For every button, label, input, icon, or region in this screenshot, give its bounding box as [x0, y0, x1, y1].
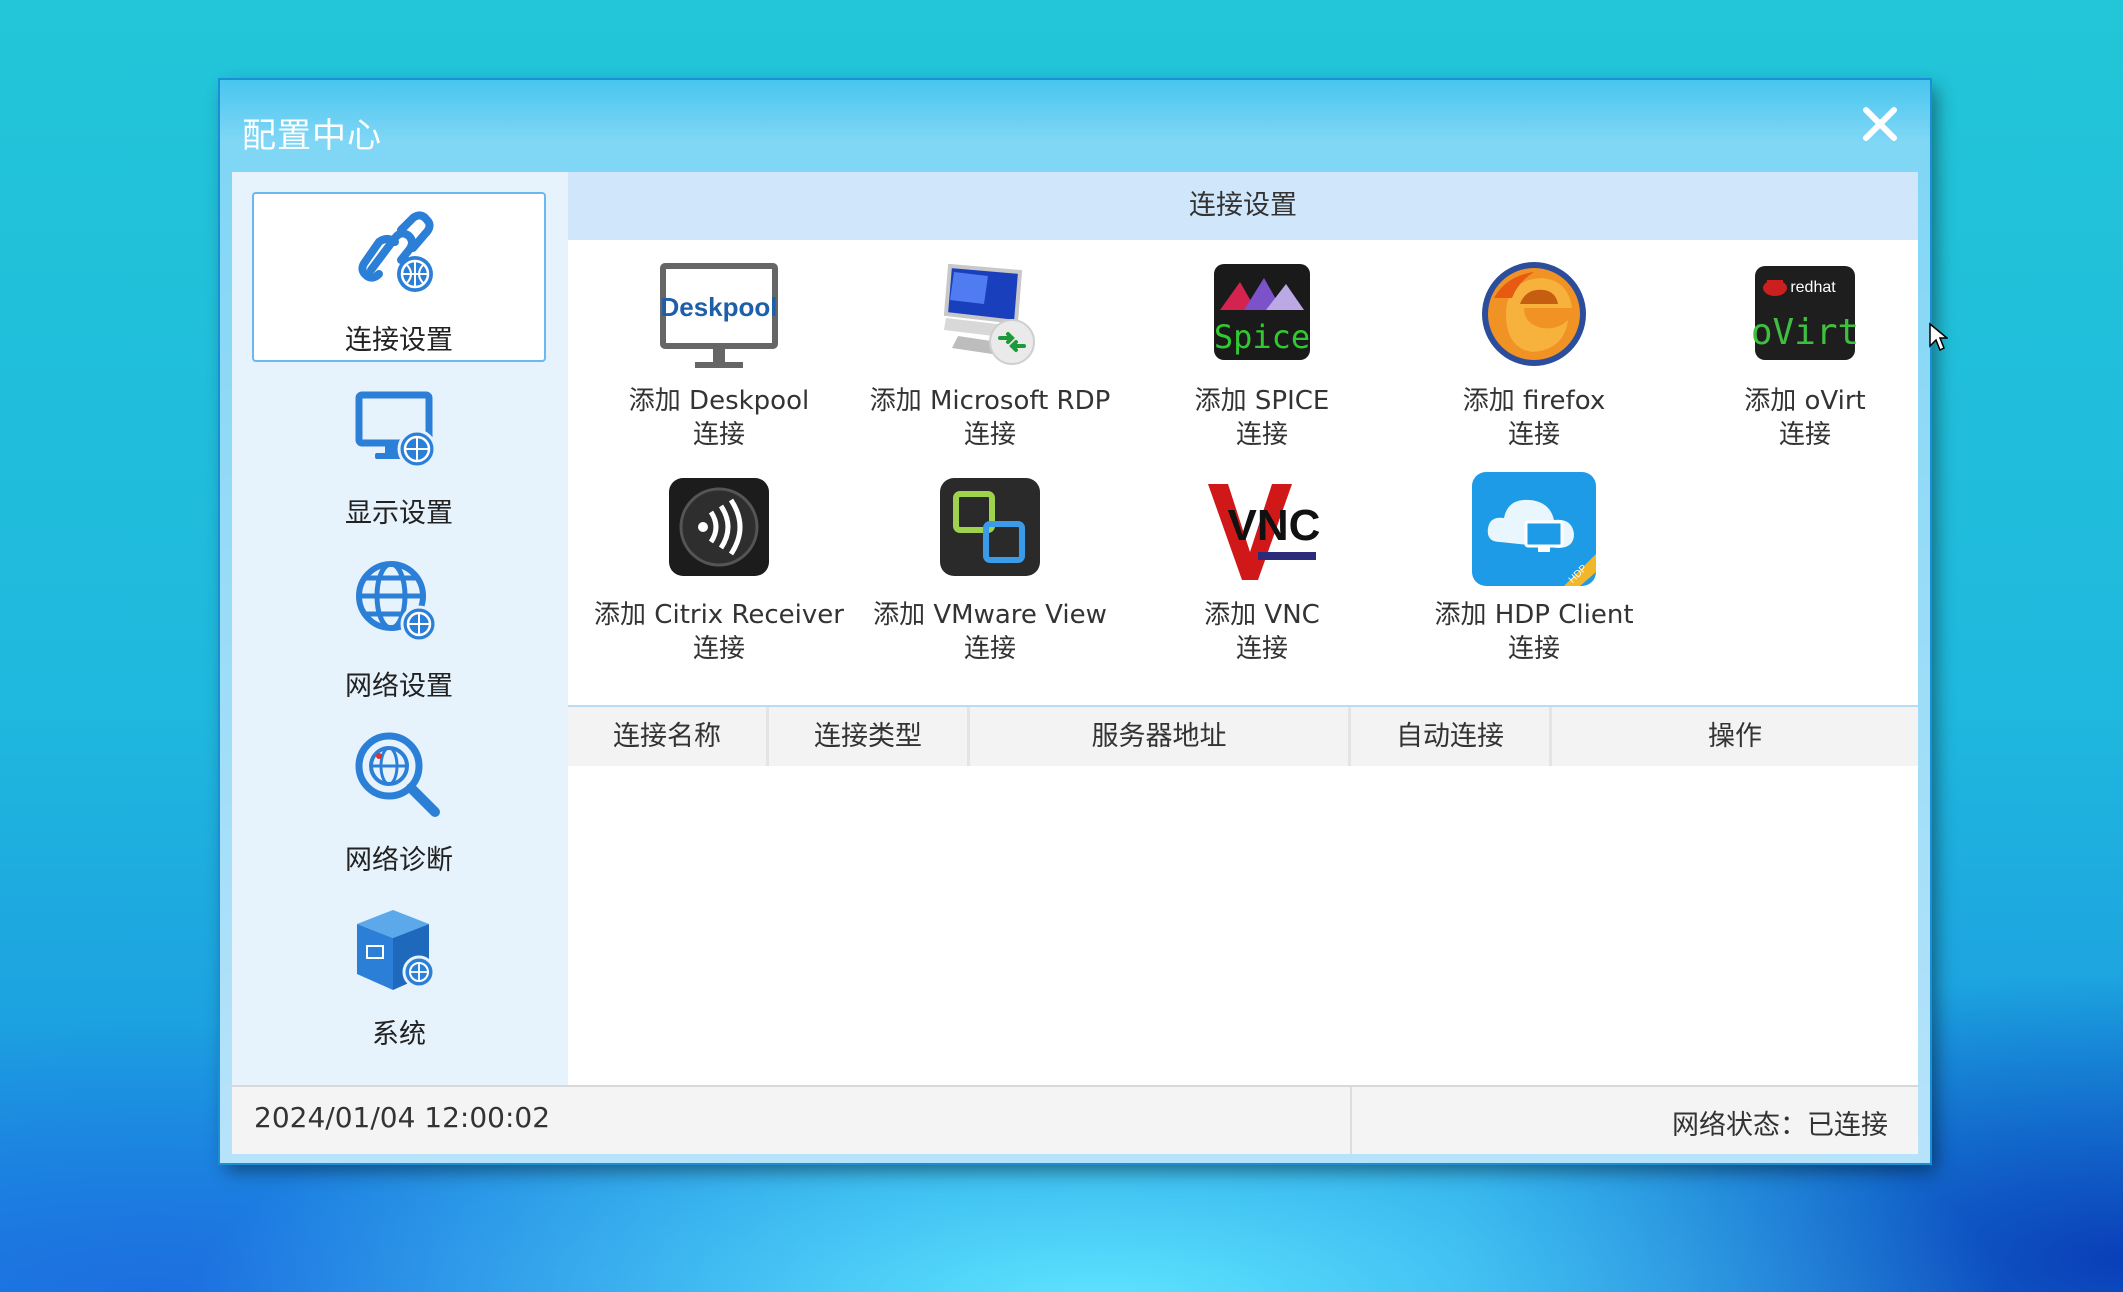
connection-settings-panel: 连接设置 Deskpool 添加 Deskpool 连接 添加 Microsof…	[568, 172, 1918, 1085]
mouse-cursor-icon	[1929, 322, 1948, 352]
deskpool-icon: Deskpool	[660, 263, 778, 368]
vnc-icon: VNC	[1208, 484, 1321, 580]
add-deskpool-tile[interactable]: Deskpool 添加 Deskpool 连接	[584, 258, 854, 463]
status-datetime: 2024/01/04 12:00:02	[254, 1101, 551, 1134]
diagnose-magnifier-icon	[355, 732, 440, 817]
add-spice-tile[interactable]: Spice 添加 SPICE 连接	[1127, 258, 1397, 463]
add-citrix-receiver-tile[interactable]: 添加 Citrix Receiver 连接	[584, 472, 854, 677]
tile-label: 添加 SPICE 连接	[1194, 386, 1330, 450]
column-header-type[interactable]: 连接类型	[769, 707, 970, 767]
svg-text:oVirt: oVirt	[1751, 312, 1859, 353]
svg-text:VNC: VNC	[1228, 501, 1321, 550]
add-vnc-tile[interactable]: VNC 添加 VNC 连接	[1127, 472, 1397, 677]
column-header-actions[interactable]: 操作	[1552, 707, 1918, 767]
add-vmware-view-tile[interactable]: 添加 VMware View 连接	[855, 472, 1125, 677]
connections-table-body	[568, 766, 1918, 1085]
network-globe-icon	[356, 561, 438, 643]
sidebar-item-network-diagnosis[interactable]: 网络诊断	[252, 714, 546, 884]
tile-label: 添加 Citrix Receiver 连接	[594, 600, 844, 664]
tile-label: 添加 VNC 连接	[1204, 600, 1320, 664]
close-button[interactable]	[1856, 100, 1904, 148]
panel-header: 连接设置	[568, 172, 1918, 240]
tile-label: 添加 oVirt 连接	[1744, 386, 1866, 450]
add-firefox-tile[interactable]: 添加 firefox 连接	[1399, 258, 1669, 463]
tile-label: 添加 Deskpool 连接	[628, 386, 810, 450]
title-bar: 配置中心	[220, 80, 1930, 172]
ovirt-icon: redhat oVirt	[1751, 266, 1859, 360]
monitor-globe-icon	[355, 391, 437, 469]
tile-label: 添加 HDP Client 连接	[1434, 600, 1634, 664]
sidebar-item-label: 系统	[372, 1019, 426, 1050]
tile-label: 添加 Microsoft RDP 连接	[869, 386, 1111, 450]
sidebar-item-label: 网络设置	[345, 671, 453, 702]
link-globe-icon	[358, 211, 434, 292]
sidebar-item-display-settings[interactable]: 显示设置	[252, 367, 546, 537]
hdp-client-icon: HDP	[1472, 472, 1596, 586]
add-ovirt-tile[interactable]: redhat oVirt 添加 oVirt 连接	[1670, 258, 1940, 463]
network-status: 网络状态：已连接	[1672, 1110, 1888, 1141]
close-icon	[1863, 107, 1897, 141]
citrix-receiver-icon	[669, 478, 769, 576]
tile-label: 添加 VMware View 连接	[873, 600, 1107, 664]
add-hdp-client-tile[interactable]: HDP 添加 HDP Client 连接	[1399, 472, 1669, 677]
column-header-auto-connect[interactable]: 自动连接	[1351, 707, 1552, 767]
window-title: 配置中心	[242, 116, 382, 156]
sidebar-item-system[interactable]: 系统	[252, 888, 546, 1058]
sidebar-item-label: 连接设置	[345, 325, 453, 356]
window-body: 连接设置 显示设置 网络设置 网络诊断 系统 连接设置 Deskpool 添加 …	[232, 172, 1918, 1154]
firefox-icon	[1482, 262, 1586, 366]
microsoft-rdp-icon	[943, 263, 1035, 365]
add-microsoft-rdp-tile[interactable]: 添加 Microsoft RDP 连接	[855, 258, 1125, 463]
vmware-view-icon	[940, 478, 1040, 576]
spice-icon: Spice	[1214, 264, 1310, 360]
sidebar-item-label: 显示设置	[345, 498, 453, 529]
config-center-window: 配置中心 连接设置 显示设置 网络设置 网络诊断 系统 连接设置 Deskpoo…	[220, 80, 1930, 1163]
column-header-name[interactable]: 连接名称	[568, 707, 769, 767]
svg-text:Spice: Spice	[1214, 318, 1310, 356]
svg-text:redhat: redhat	[1790, 279, 1836, 296]
system-box-icon	[357, 910, 436, 990]
sidebar: 连接设置 显示设置 网络设置 网络诊断 系统	[232, 172, 568, 1085]
sidebar-item-label: 网络诊断	[345, 845, 453, 876]
column-header-server-address[interactable]: 服务器地址	[970, 707, 1351, 767]
tile-label: 添加 firefox 连接	[1462, 386, 1606, 450]
status-bar: 2024/01/04 12:00:02 网络状态：已连接	[232, 1085, 1918, 1154]
sidebar-item-connection-settings[interactable]: 连接设置	[252, 192, 546, 362]
sidebar-item-network-settings[interactable]: 网络设置	[252, 540, 546, 710]
svg-text:Deskpool: Deskpool	[660, 292, 777, 322]
status-divider	[1350, 1087, 1352, 1154]
connections-table-header: 连接名称 连接类型 服务器地址 自动连接 操作	[568, 705, 1918, 768]
